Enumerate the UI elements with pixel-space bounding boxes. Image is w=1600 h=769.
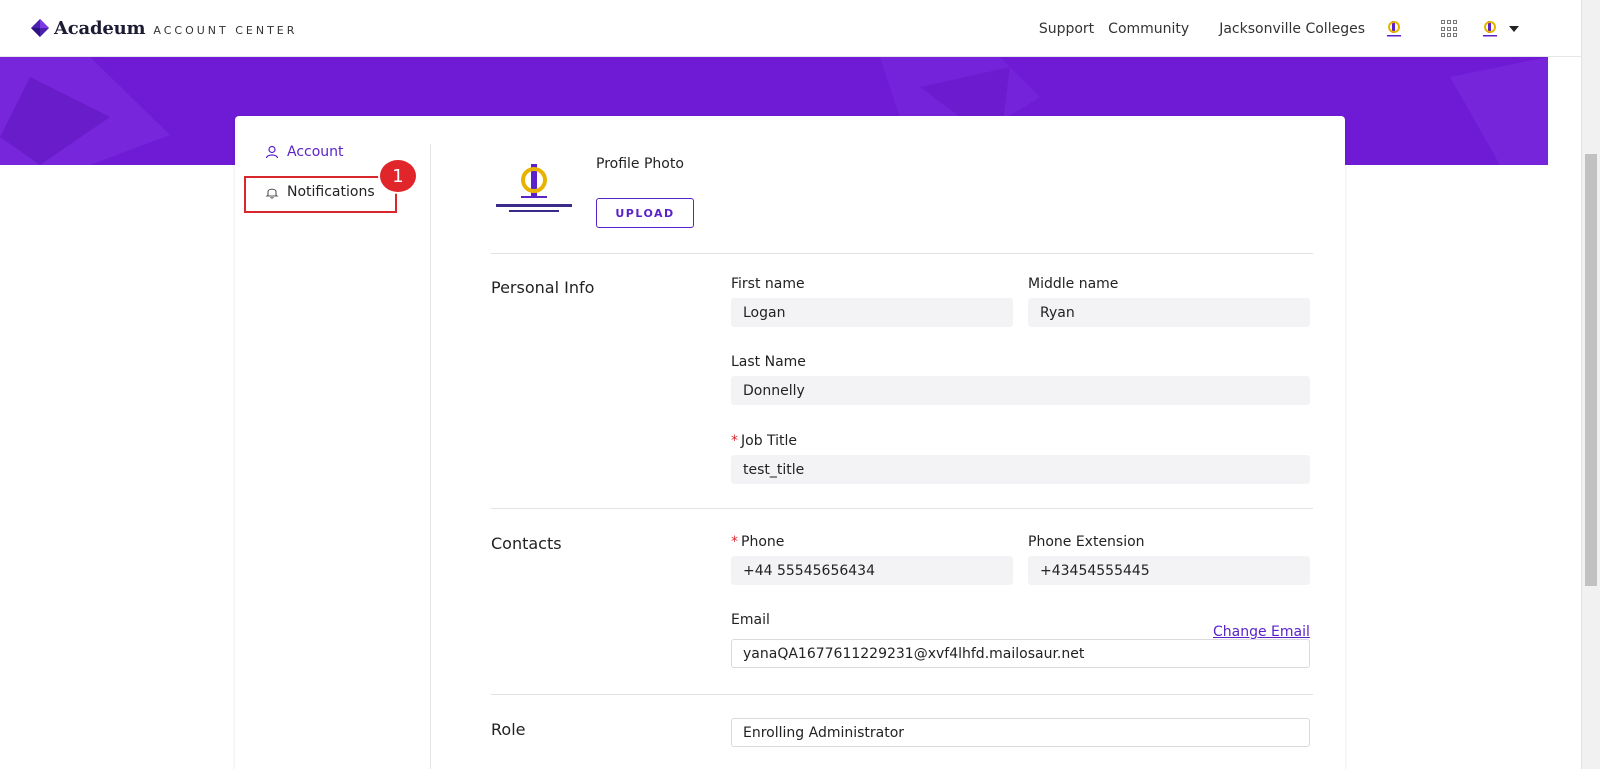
chevron-down-icon[interactable] [1509,26,1519,32]
brand-subtitle: ACCOUNT CENTER [153,23,298,37]
user-icon [265,145,279,159]
first-name-label: First name [731,276,805,292]
divider [491,694,1313,695]
first-name-field[interactable]: Logan [731,298,1013,327]
divider [491,508,1313,509]
apps-grid-icon[interactable] [1441,20,1459,38]
change-email-link[interactable]: Change Email [1213,624,1310,640]
email-field: yanaQA1677611229231@xvf4lhfd.mailosaur.n… [731,639,1310,668]
acadeum-logo-icon [31,19,49,37]
nav-right: Support Community Jacksonville Colleges [1025,17,1519,41]
main-content: Profile Photo UPLOAD Personal Info First… [491,116,1313,769]
job-title-label: * Job Title [731,433,798,449]
scrollbar-thumb[interactable] [1585,154,1597,586]
upload-button[interactable]: UPLOAD [596,198,694,228]
email-label: Email [731,612,770,628]
account-card: Account Notifications 1 Profile Photo UP… [235,116,1345,769]
avatar[interactable] [1479,18,1501,40]
profile-photo [496,164,572,212]
org-logo-icon [1387,21,1401,37]
section-title-contacts: Contacts [491,534,562,553]
phone-field[interactable]: +44 55545656434 [731,556,1013,585]
phone-label: * Phone [731,534,785,550]
brand-logo[interactable]: Acadeum ACCOUNT CENTER [30,16,297,40]
divider [491,253,1313,254]
section-title-role: Role [491,720,526,739]
phone-extension-label: Phone Extension [1028,534,1145,550]
section-title-personal-info: Personal Info [491,278,595,297]
top-nav: Acadeum ACCOUNT CENTER Support Community… [0,0,1581,57]
annotation-badge: 1 [378,158,418,194]
org-name[interactable]: Jacksonville Colleges [1219,21,1365,37]
nav-link-community[interactable]: Community [1108,21,1189,37]
last-name-label: Last Name [731,354,806,370]
brand-name: Acadeum [54,17,146,39]
middle-name-label: Middle name [1028,276,1119,292]
role-field[interactable]: Enrolling Administrator [731,718,1310,747]
nav-link-support[interactable]: Support [1039,21,1094,37]
phone-extension-field[interactable]: +43454555445 [1028,556,1310,585]
profile-photo-label: Profile Photo [596,156,684,172]
last-name-field[interactable]: Donnelly [731,376,1310,405]
annotation-highlight-box [244,176,397,213]
job-title-field[interactable]: test_title [731,455,1310,484]
required-asterisk: * [731,433,738,449]
sidebar-item-label: Account [287,144,344,160]
required-asterisk: * [731,534,738,550]
sidebar-item-account[interactable]: Account [265,144,344,160]
middle-name-field[interactable]: Ryan [1028,298,1310,327]
scrollbar[interactable] [1581,0,1600,769]
sidebar: Account Notifications 1 [235,144,431,769]
